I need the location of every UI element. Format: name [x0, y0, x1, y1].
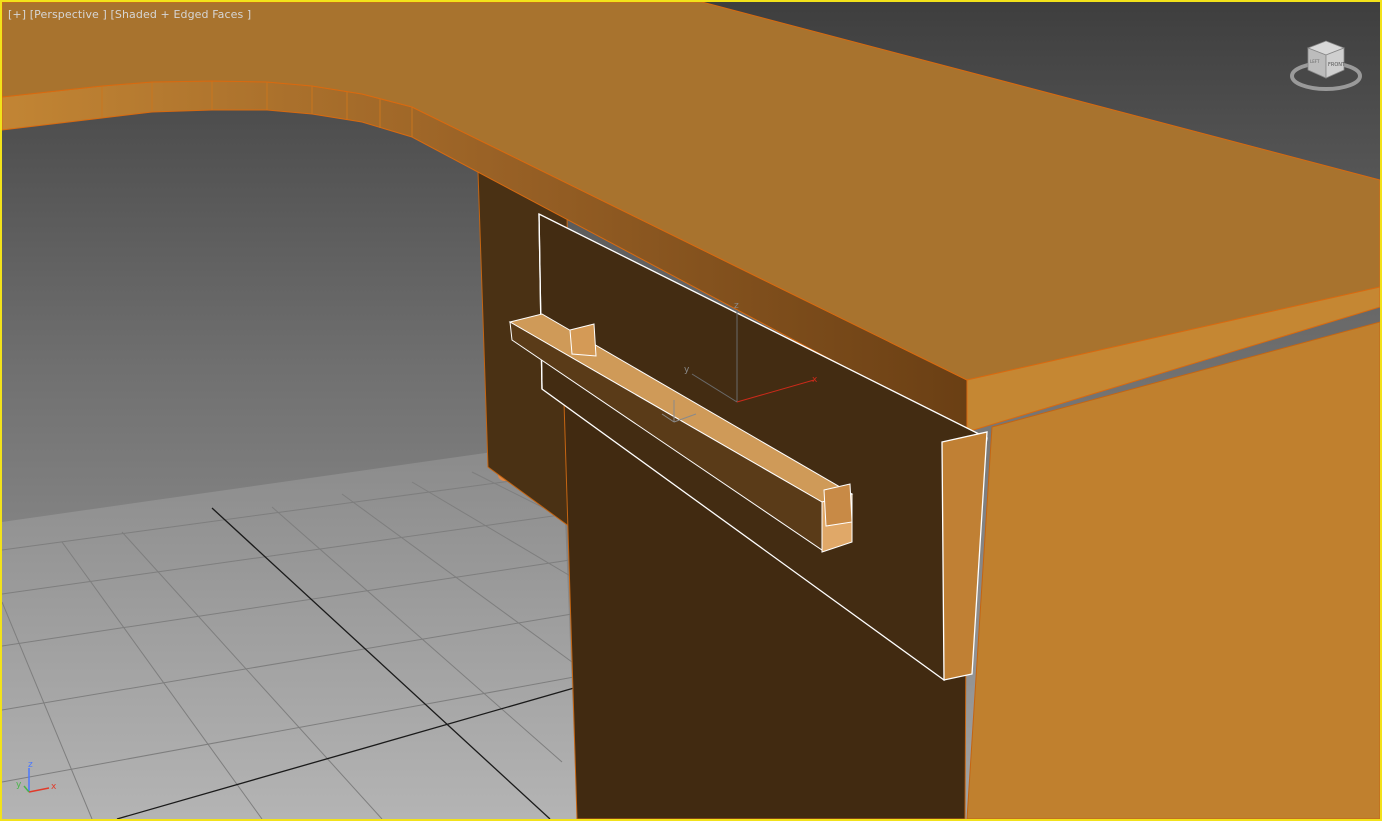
viewport-general-menu[interactable]: [+]	[8, 8, 26, 21]
gizmo-axis-x-label: x	[812, 375, 818, 385]
gizmo-axis-z-label: z	[734, 301, 739, 311]
tripod-x-axis-line	[28, 787, 50, 793]
tripod-x-label: x	[51, 782, 57, 792]
tripod-z-label: z	[28, 760, 33, 770]
tripod-y-label: y	[16, 780, 22, 790]
viewport-shading-menu[interactable]: [Shaded + Edged Faces ]	[111, 8, 252, 21]
viewcube-front-label: FRONT	[1328, 62, 1346, 68]
viewport-pov-menu[interactable]: [Perspective ]	[30, 8, 107, 21]
gizmo-axis-y-label: y	[684, 365, 690, 375]
viewcube[interactable]: FRONT LEFT	[1288, 36, 1364, 96]
viewport-scene[interactable]: z x y	[2, 2, 1380, 819]
viewport-label-bar: [+] [Perspective ] [Shaded + Edged Faces…	[8, 8, 251, 21]
viewcube-left-label: LEFT	[1310, 59, 1320, 64]
perspective-viewport[interactable]: z x y [+] [Perspective ] [Shaded + Edged…	[0, 0, 1382, 821]
world-axis-tripod: z x y	[16, 760, 57, 793]
